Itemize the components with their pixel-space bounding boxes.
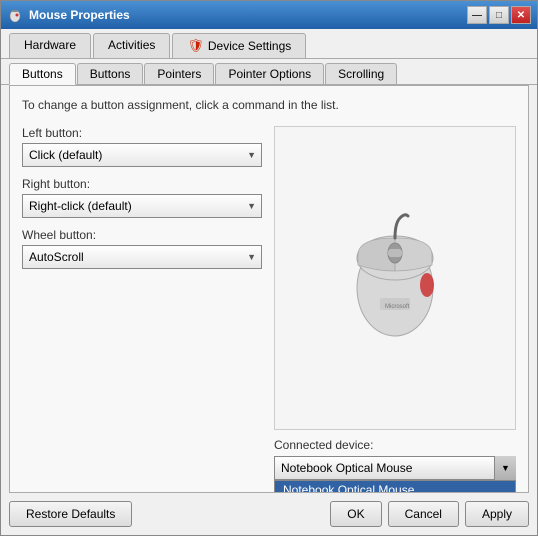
wheel-button-label: Wheel button:	[22, 228, 262, 242]
apply-button[interactable]: Apply	[465, 501, 529, 527]
minimize-button[interactable]: —	[467, 6, 487, 24]
tabs-second: Buttons Buttons Pointers Pointer Options…	[1, 59, 537, 85]
device-dropdown-arrow[interactable]: ▼	[494, 456, 516, 480]
left-button-select-wrapper: Click (default)	[22, 143, 262, 167]
ok-button[interactable]: OK	[330, 501, 381, 527]
left-panel: Left button: Click (default) Right butto…	[22, 126, 262, 480]
title-bar: Mouse Properties — □ ✕	[1, 1, 537, 29]
tab-activities[interactable]: Activities	[93, 33, 170, 58]
main-area: Left button: Click (default) Right butto…	[22, 126, 516, 480]
left-button-group: Left button: Click (default)	[22, 126, 262, 167]
title-bar-buttons: — □ ✕	[467, 6, 531, 24]
device-dropdown-wrapper: Notebook Optical Mouse ▼ Notebook Optica…	[274, 456, 516, 480]
device-dropdown-button[interactable]: Notebook Optical Mouse	[274, 456, 516, 480]
tab-scrolling[interactable]: Scrolling	[325, 63, 397, 84]
device-dropdown-list[interactable]: Notebook Optical Mouse Notebook Optical …	[274, 480, 516, 493]
left-button-label: Left button:	[22, 126, 262, 140]
tabs-top: Hardware Activities 🛡 Device Settings	[1, 29, 537, 59]
bottom-buttons: Restore Defaults OK Cancel Apply	[1, 493, 537, 535]
instruction-text: To change a button assignment, click a c…	[22, 98, 516, 112]
window-title: Mouse Properties	[29, 8, 467, 22]
tab-hardware[interactable]: Hardware	[9, 33, 91, 58]
tab-buttons[interactable]: Buttons	[9, 63, 76, 85]
connected-device-label: Connected device:	[274, 438, 516, 452]
window: Mouse Properties — □ ✕ Hardware Activiti…	[0, 0, 538, 536]
device-dropdown-value: Notebook Optical Mouse	[281, 461, 412, 475]
tab-pointers[interactable]: Pointers	[144, 63, 214, 84]
right-button-select-wrapper: Right-click (default)	[22, 194, 262, 218]
right-button-group: Right button: Right-click (default)	[22, 177, 262, 218]
wheel-button-select[interactable]: AutoScroll	[22, 245, 262, 269]
dropdown-item[interactable]: Notebook Optical Mouse	[275, 481, 515, 493]
restore-defaults-button[interactable]: Restore Defaults	[9, 501, 132, 527]
tab-pointer-options[interactable]: Pointer Options	[215, 63, 324, 84]
mouse-image-area: Microsoft	[274, 126, 516, 430]
device-settings-icon: 🛡	[187, 38, 204, 54]
close-button[interactable]: ✕	[511, 6, 531, 24]
wheel-button-group: Wheel button: AutoScroll	[22, 228, 262, 269]
mouse-image: Microsoft	[330, 213, 460, 343]
cancel-button[interactable]: Cancel	[388, 501, 459, 527]
right-button-select[interactable]: Right-click (default)	[22, 194, 262, 218]
tab-device-settings[interactable]: 🛡 Device Settings	[172, 33, 306, 58]
ok-cancel-group: OK Cancel Apply	[330, 501, 529, 527]
maximize-button[interactable]: □	[489, 6, 509, 24]
tab-buttons2[interactable]: Buttons	[77, 63, 144, 84]
right-button-label: Right button:	[22, 177, 262, 191]
left-button-select[interactable]: Click (default)	[22, 143, 262, 167]
right-panel: Microsoft Connected device: Notebook Opt…	[274, 126, 516, 480]
connected-device-section: Connected device: Notebook Optical Mouse…	[274, 438, 516, 480]
wheel-button-select-wrapper: AutoScroll	[22, 245, 262, 269]
content-area: To change a button assignment, click a c…	[9, 85, 529, 493]
svg-text:Microsoft: Microsoft	[385, 304, 410, 310]
window-icon	[7, 7, 23, 23]
